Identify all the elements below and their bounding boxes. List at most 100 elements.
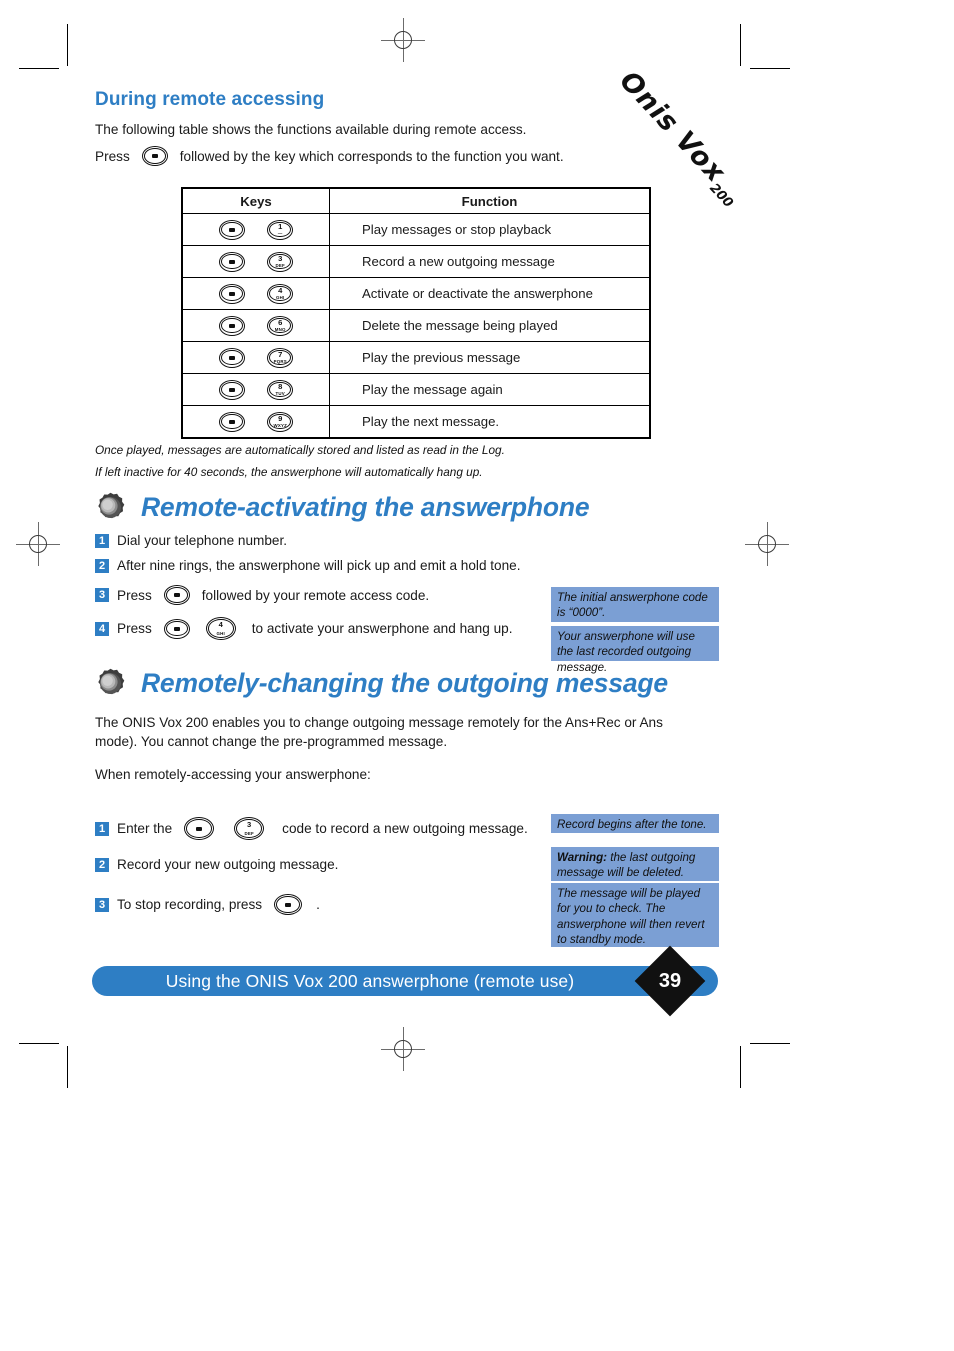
step-item: 4 Press 4 GHI to activate your answerphon… xyxy=(95,617,512,640)
crop-mark-bottom-left-v xyxy=(67,1046,69,1088)
step-text-prefix: Press xyxy=(117,621,152,636)
warning-label: Warning: xyxy=(557,851,608,864)
table-row: 8 TUV Play the message again xyxy=(182,373,650,406)
crop-mark-top-left-v xyxy=(67,24,69,66)
crop-mark-bottom-right-h xyxy=(750,1043,790,1045)
crop-mark-top-right-v xyxy=(740,24,742,66)
section-heading-text: Remotely-changing the outgoing message xyxy=(141,668,668,698)
page-number: 39 xyxy=(658,969,682,992)
star-key-icon xyxy=(141,146,168,166)
table-cell-function: Activate or deactivate the answerphone xyxy=(329,277,650,310)
table-cell-function: Delete the message being played xyxy=(329,309,650,342)
digit-key-7-icon: 7 PQRS xyxy=(267,347,294,368)
crop-mark-bottom-left-h xyxy=(19,1043,59,1045)
intro-paragraph: The following table shows the functions … xyxy=(95,122,527,137)
table-row: 3 DEF Record a new outgoing message xyxy=(182,245,650,278)
registration-mark-top xyxy=(381,18,425,62)
table-row: 9 WXYZ Play the next message. xyxy=(182,405,650,438)
gear-icon xyxy=(94,491,127,524)
footnote-inactive-timeout: If left inactive for 40 seconds, the ans… xyxy=(95,465,483,479)
note-initial-code: The initial answerphone code is “0000”. xyxy=(551,587,719,622)
document-page: Onis Vox200 During remote accessing The … xyxy=(0,0,954,1351)
press-suffix: followed by the key which corresponds to… xyxy=(179,148,564,164)
section3-paragraph-2: When remotely-accessing your answerphone… xyxy=(95,767,371,782)
step-item: 2 Record your new outgoing message. xyxy=(95,857,338,872)
star-key-icon xyxy=(184,817,215,840)
page-title: During remote accessing xyxy=(95,89,325,110)
step-number: 3 xyxy=(95,897,109,912)
star-key-icon xyxy=(218,219,245,240)
digit-key-4-icon: 4 GHI xyxy=(205,617,236,640)
step-text-prefix: Press xyxy=(117,587,152,603)
step-item: 3 To stop recording, press . xyxy=(95,894,320,915)
step-text-suffix: code to record a new outgoing message. xyxy=(282,821,528,836)
step-text-prefix: To stop recording, press xyxy=(117,897,263,912)
digit-key-3-icon: 3 DEF xyxy=(267,251,294,272)
star-key-icon xyxy=(218,347,245,368)
note-record-begins: Record begins after the tone. xyxy=(551,814,719,833)
section3-paragraph-1: The ONIS Vox 200 enables you to change o… xyxy=(95,715,663,749)
digit-key-8-icon: 8 TUV xyxy=(267,379,294,400)
note-warning-deleted: Warning: the last outgoing message will … xyxy=(551,847,719,881)
star-key-icon xyxy=(163,618,190,639)
step-text-suffix: followed by your remote access code. xyxy=(201,587,430,603)
table-cell-keys: 9 WXYZ xyxy=(182,405,330,438)
step-text-prefix: Enter the xyxy=(117,821,173,836)
step-text: Record your new outgoing message. xyxy=(117,857,339,872)
table-cell-function: Play messages or stop playback xyxy=(329,213,650,246)
note-last-outgoing-message: Your answerphone will use the last recor… xyxy=(551,626,719,674)
table-cell-keys: 7 PQRS xyxy=(182,341,330,374)
crop-mark-bottom-right-v xyxy=(740,1046,742,1088)
crop-mark-top-left-h xyxy=(19,68,59,70)
remote-functions-table: Keys Function 1— Play messages or stop p… xyxy=(181,187,651,439)
table-row: 1— Play messages or stop playback xyxy=(182,213,650,246)
crop-mark-top-right-h xyxy=(750,68,790,70)
table-row: 4 GHI Activate or deactivate the answerph… xyxy=(182,277,650,310)
footnote-stored-messages: Once played, messages are automatically … xyxy=(95,443,505,457)
column-header-keys: Keys xyxy=(182,188,330,214)
registration-mark-left xyxy=(16,522,60,566)
table-cell-function: Play the previous message xyxy=(329,341,650,374)
table-cell-function: Play the message again xyxy=(329,373,650,406)
footer-title: Using the ONIS Vox 200 answerphone (remo… xyxy=(165,971,575,991)
star-key-icon xyxy=(218,251,245,272)
column-header-function: Function xyxy=(329,188,650,214)
table-header-row: Keys Function xyxy=(182,188,650,214)
step-item: 2 After nine rings, the answerphone will… xyxy=(95,558,521,573)
table-row: 6 MNO Delete the message being played xyxy=(182,309,650,342)
step-item: 1 Enter the 3 DEF code to record a new ou… xyxy=(95,817,528,840)
logo-model: 200 xyxy=(706,180,736,211)
step-number: 1 xyxy=(95,533,109,548)
press-instruction: Press followed by the key which correspo… xyxy=(95,146,564,166)
digit-key-4-icon: 4 GHI xyxy=(267,283,294,304)
star-key-icon xyxy=(274,894,303,915)
table-cell-keys: 3 DEF xyxy=(182,245,330,278)
step-text: After nine rings, the answerphone will p… xyxy=(117,558,521,573)
step-text: Dial your telephone number. xyxy=(117,533,288,548)
logo-brand: Onis Vox xyxy=(613,65,732,189)
digit-key-9-icon: 9 WXYZ xyxy=(267,411,294,432)
table-cell-function: Record a new outgoing message xyxy=(329,245,650,278)
star-key-icon xyxy=(218,379,245,400)
gear-icon xyxy=(94,667,127,700)
step-number: 1 xyxy=(95,821,109,836)
section-heading-text: Remote-activating the answerphone xyxy=(141,492,590,522)
digit-key-1-icon: 1— xyxy=(267,219,294,240)
section-heading-remotely-changing: Remotely-changing the outgoing message xyxy=(94,667,668,700)
step-text-suffix: to activate your answerphone and hang up… xyxy=(251,621,513,636)
step-number: 3 xyxy=(95,588,109,602)
digit-key-3-icon: 3 DEF xyxy=(234,817,265,840)
press-label: Press xyxy=(95,148,130,164)
table-cell-function: Play the next message. xyxy=(329,405,650,438)
footer-bar: Using the ONIS Vox 200 answerphone (remo… xyxy=(92,966,718,996)
star-key-icon xyxy=(163,585,190,605)
table-cell-keys: 6 MNO xyxy=(182,309,330,342)
note-playback-standby: The message will be played for you to ch… xyxy=(551,883,719,947)
registration-mark-right xyxy=(745,522,789,566)
table-cell-keys: 1— xyxy=(182,213,330,246)
onis-vox-logo: Onis Vox200 xyxy=(612,65,735,211)
star-key-icon xyxy=(218,411,245,432)
step-number: 2 xyxy=(95,857,109,872)
star-key-icon xyxy=(218,283,245,304)
step-item: 1 Dial your telephone number. xyxy=(95,533,287,548)
